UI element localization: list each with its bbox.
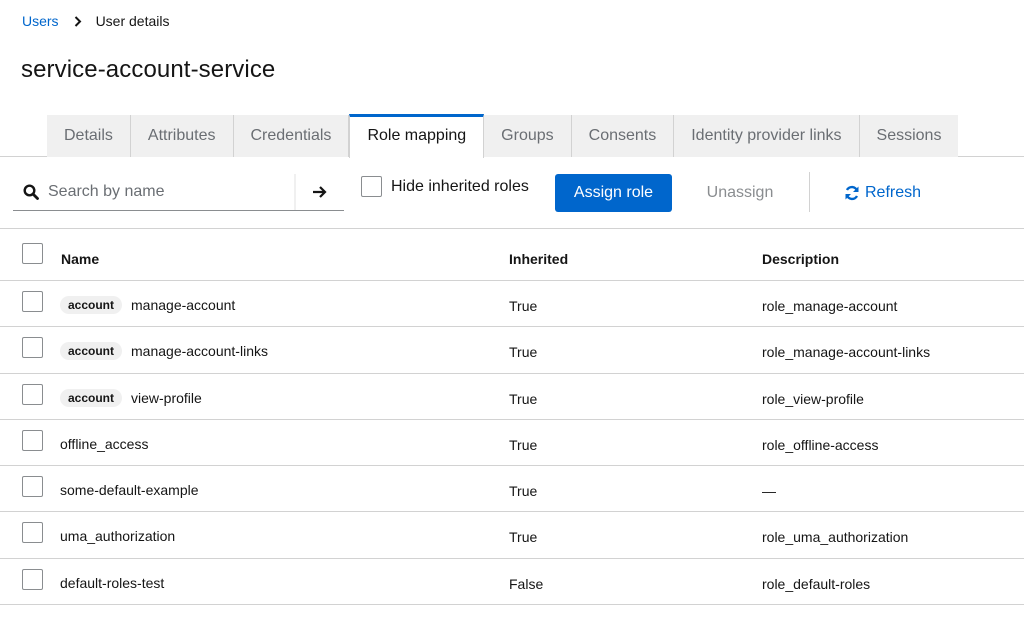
arrow-right-icon: [313, 186, 327, 198]
role-name-cell: some-default-example: [60, 481, 199, 499]
table-row: account view-profile True role_view-profile: [0, 374, 1024, 420]
client-badge: account: [60, 296, 123, 314]
table-row: account manage-account True role_manage-acc…: [0, 281, 1024, 328]
description-cell: —: [762, 483, 776, 500]
breadcrumb: Users User details: [22, 12, 169, 30]
inherited-cell: True: [509, 390, 538, 407]
hide-inherited-checkbox[interactable]: [361, 176, 382, 197]
row-checkbox[interactable]: [22, 383, 43, 405]
table-body: account manage-account True role_manage-acc…: [0, 281, 1024, 606]
tabs-bar: Details Attributes Credentials Role mapping…: [0, 114, 1024, 158]
inherited-cell: True: [509, 298, 538, 314]
tab-role-mapping[interactable]: Role mapping: [349, 114, 485, 158]
refresh-icon: [844, 185, 860, 201]
hide-inherited-label: Hide inherited roles: [391, 177, 529, 195]
breadcrumb-current: User details: [95, 13, 170, 29]
toolbar-divider: [809, 172, 810, 212]
client-badge: account: [60, 388, 123, 407]
table-row: uma_authorization True role_uma_authorizat…: [0, 512, 1024, 559]
header-description[interactable]: Description: [762, 251, 839, 267]
tab-credentials[interactable]: Credentials: [233, 115, 350, 157]
inherited-cell: False: [509, 575, 544, 592]
table-row: offline_access True role_offline-access: [0, 420, 1024, 467]
tab-groups[interactable]: Groups: [484, 115, 572, 157]
refresh-button[interactable]: Refresh: [836, 174, 921, 212]
chevron-right-icon: [72, 15, 84, 27]
inherited-cell: True: [509, 344, 538, 361]
role-name-cell: account view-profile: [60, 388, 202, 407]
breadcrumb-users-link[interactable]: Users: [22, 13, 59, 29]
refresh-label: Refresh: [865, 184, 922, 201]
header-name[interactable]: Name: [61, 251, 99, 267]
select-all-checkbox[interactable]: [22, 243, 43, 264]
description-cell: role_manage-account-links: [762, 344, 931, 361]
search-icon: [23, 184, 39, 200]
row-checkbox[interactable]: [22, 522, 43, 544]
row-checkbox[interactable]: [22, 337, 43, 359]
row-checkbox[interactable]: [22, 291, 43, 312]
inherited-cell: True: [509, 483, 538, 500]
role-name: offline_access: [60, 435, 149, 452]
tabs: Details Attributes Credentials Role mapping…: [47, 114, 959, 158]
role-name: manage-account-links: [131, 343, 268, 360]
row-checkbox[interactable]: [22, 429, 43, 451]
role-name: view-profile: [131, 389, 202, 406]
search-input[interactable]: [13, 174, 294, 210]
role-name-cell: offline_access: [60, 435, 148, 453]
role-name: default-roles-test: [60, 574, 165, 591]
unassign-button[interactable]: Unassign: [690, 174, 790, 212]
tab-sessions[interactable]: Sessions: [859, 115, 959, 157]
description-cell: role_view-profile: [762, 390, 864, 407]
header-inherited[interactable]: Inherited: [509, 251, 568, 267]
role-name-cell: default-roles-test: [60, 574, 164, 592]
inherited-cell: True: [509, 529, 538, 546]
role-name-cell: uma_authorization: [60, 527, 175, 545]
row-checkbox[interactable]: [22, 476, 43, 498]
client-badge: account: [60, 342, 123, 361]
table-header: Name Inherited Description: [0, 230, 1024, 281]
role-name-cell: account manage-account-links: [60, 342, 268, 361]
hide-inherited-toggle[interactable]: Hide inherited roles: [361, 176, 529, 197]
description-cell: role_offline-access: [762, 436, 879, 453]
role-name: uma_authorization: [60, 528, 176, 545]
search-box: [13, 174, 295, 210]
tab-details[interactable]: Details: [47, 115, 131, 157]
role-name: some-default-example: [60, 482, 199, 499]
role-name: manage-account: [131, 297, 236, 313]
table-row: some-default-example True —: [0, 466, 1024, 513]
table-row: account manage-account-links True role_mana…: [0, 327, 1024, 374]
search-group: [13, 174, 344, 211]
role-mapping-table: Name Inherited Description account manage…: [0, 230, 1024, 606]
tab-consents[interactable]: Consents: [571, 115, 675, 157]
tab-attributes[interactable]: Attributes: [130, 115, 234, 157]
search-submit-button[interactable]: [295, 174, 344, 210]
description-cell: role_default-roles: [762, 575, 871, 592]
inherited-cell: True: [509, 436, 538, 453]
assign-role-button[interactable]: Assign role: [555, 174, 672, 212]
role-name-cell: account manage-account: [60, 296, 235, 314]
row-checkbox[interactable]: [22, 568, 43, 590]
table-row: default-roles-test False role_default-role…: [0, 559, 1024, 606]
tab-identity-provider-links[interactable]: Identity provider links: [674, 115, 860, 157]
page-title: service-account-service: [21, 56, 276, 83]
description-cell: role_uma_authorization: [762, 529, 909, 546]
description-cell: role_manage-account: [762, 298, 898, 314]
